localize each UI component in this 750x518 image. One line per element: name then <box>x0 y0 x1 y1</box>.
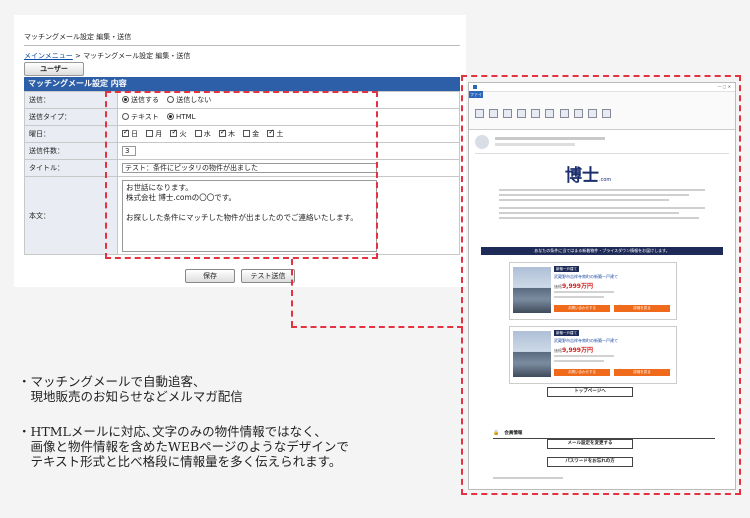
bullet-1: ・マッチングメールで自動追客、 現地販売のお知らせなどメルマガ配信 <box>18 374 243 404</box>
bullet-1-line: ・マッチングメールで自動追客、 <box>18 374 206 389</box>
breadcrumb-current: > マッチングメール設定 編集・送信 <box>72 52 191 60</box>
outlook-icon <box>473 85 477 89</box>
listing-card: 新築一戸建て 武蔵野市吉祥寺南町の新築一戸建て 価格 9,999万円 お問い合わ… <box>509 326 677 384</box>
count-label: 送信件数： <box>24 142 118 160</box>
forward-icon[interactable] <box>517 109 527 118</box>
body-label: 本文： <box>24 176 118 255</box>
detail-button[interactable]: 詳細を見る <box>614 369 670 376</box>
section-header: マッチングメール設定 内容 <box>24 77 460 91</box>
breadcrumb: メインメニュー > マッチングメール設定 編集・送信 <box>24 51 190 61</box>
listing-title[interactable]: 武蔵野市吉祥寺南町の新築一戸建て <box>554 274 618 280</box>
inquiry-button[interactable]: お問い合わせする <box>554 369 610 376</box>
listing-card: 新築一戸建て 武蔵野市吉祥寺南町の新築一戸建て 価格 9,999万円 お問い合わ… <box>509 262 677 320</box>
intro-text <box>499 189 705 219</box>
listing-photo <box>513 267 551 313</box>
bullet-2-line: テキスト形式と比べ格段に情報量を多く伝えられます。 <box>18 454 342 469</box>
bullet-1-line: 現地販売のお知らせなどメルマガ配信 <box>18 389 243 404</box>
detail-button[interactable]: 詳細を見る <box>614 305 670 312</box>
logo-text: 博士 <box>565 166 599 186</box>
ribbon-icons <box>475 103 611 122</box>
tag-icon[interactable] <box>559 109 569 118</box>
site-logo: 博士.com <box>565 161 611 186</box>
test-send-button[interactable]: テスト送信 <box>241 269 295 283</box>
listing-price: 9,999万円 <box>562 347 593 354</box>
member-title: 会員情報 <box>504 431 523 436</box>
bullet-2-line: 画像と物件情報を含めたWEBページのようなデザインで <box>18 439 349 454</box>
search-icon[interactable] <box>587 109 597 118</box>
page-title: マッチングメール設定 編集・送信 <box>24 33 132 41</box>
logo-suffix: .com <box>599 177 612 183</box>
breadcrumb-main-menu-link[interactable]: メインメニュー <box>24 52 73 60</box>
bullet-2: ・HTMLメールに対応､文字のみの物件情報ではなく､ 画像と物件情報を含めたWE… <box>18 424 349 469</box>
move-icon[interactable] <box>531 109 541 118</box>
reply-all-icon[interactable] <box>503 109 513 118</box>
mail-settings-button[interactable]: メール設定を変更する <box>547 439 633 449</box>
footer-note <box>493 477 563 479</box>
connector-line-vertical <box>291 259 293 327</box>
title-label: タイトル： <box>24 159 118 177</box>
price-label: 価格 <box>554 348 562 353</box>
subject-line <box>495 143 575 146</box>
type-label: 送信タイプ： <box>24 108 118 126</box>
listing-tag: 新築一戸建て <box>554 330 579 336</box>
reply-icon[interactable] <box>489 109 499 118</box>
zoom-icon[interactable] <box>601 109 611 118</box>
save-button[interactable]: 保存 <box>185 269 235 283</box>
delete-icon[interactable] <box>475 109 484 118</box>
email-banner: あなたの条件に当てはまる新着物件・プライスダウン情報をお届けします。 <box>481 247 723 255</box>
password-button[interactable]: パスワードをお忘れの方 <box>547 457 633 467</box>
listing-title[interactable]: 武蔵野市吉祥寺南町の新築一戸建て <box>554 338 618 344</box>
form-highlight-box <box>105 91 378 259</box>
window-controls-icon[interactable]: ― ▢ ✕ <box>717 84 731 89</box>
inquiry-button[interactable]: お問い合わせする <box>554 305 610 312</box>
member-section-header: 🔒 会員情報 <box>493 419 715 439</box>
file-tab[interactable]: ファイル <box>469 91 483 104</box>
days-label: 曜日： <box>24 125 118 143</box>
sender-avatar <box>475 135 489 149</box>
listing-tag: 新築一戸建て <box>554 266 579 272</box>
mail-header <box>475 133 729 154</box>
connector-line-horizontal <box>291 326 463 328</box>
title-divider <box>24 45 460 46</box>
rules-icon[interactable] <box>545 109 555 118</box>
listing-price: 9,999万円 <box>562 283 593 290</box>
email-window: ― ▢ ✕ ファイル 博士.com あなたの条件に当てはまる新着物件・プライスダ… <box>468 82 736 490</box>
user-button[interactable]: ユーザー <box>24 62 84 76</box>
send-label: 送信： <box>24 91 118 109</box>
mail-ribbon: ― ▢ ✕ ファイル <box>469 83 735 130</box>
bullet-2-line: ・HTMLメールに対応､文字のみの物件情報ではなく､ <box>18 424 321 439</box>
top-page-button[interactable]: トップページへ <box>547 387 633 397</box>
translate-icon[interactable] <box>573 109 583 118</box>
mail-titlebar: ― ▢ ✕ <box>469 83 735 92</box>
sender-line <box>495 137 605 140</box>
price-label: 価格 <box>554 284 562 289</box>
lock-icon: 🔒 <box>493 430 500 436</box>
listing-photo <box>513 331 551 377</box>
